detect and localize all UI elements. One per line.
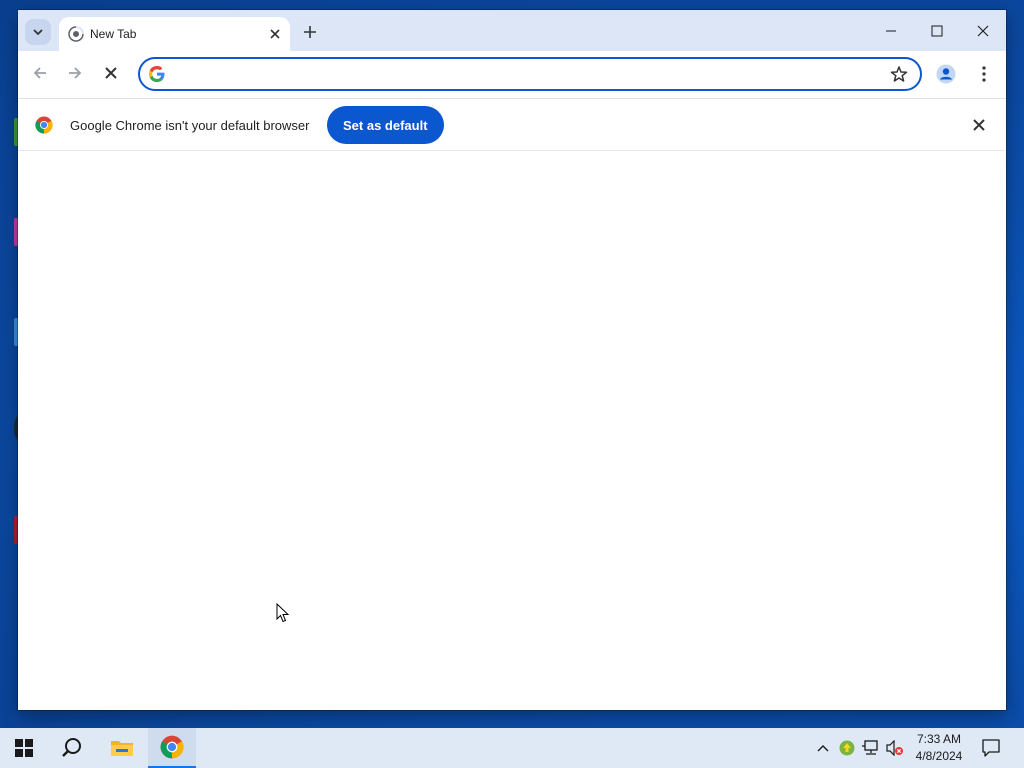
google-g-icon	[149, 66, 165, 82]
chrome-logo-icon	[35, 116, 53, 134]
infobar-message: Google Chrome isn't your default browser	[70, 118, 310, 133]
tab-search-icon	[33, 29, 43, 36]
update-shield-icon	[839, 740, 855, 756]
back-arrow-icon	[33, 67, 46, 79]
network-button[interactable]	[861, 738, 881, 758]
chrome-icon	[160, 735, 184, 759]
forward-button[interactable]	[60, 58, 90, 88]
address-bar[interactable]	[138, 57, 922, 91]
set-as-default-button[interactable]: Set as default	[327, 106, 444, 144]
close-icon	[973, 119, 985, 131]
stop-icon	[105, 67, 117, 79]
action-center-button[interactable]	[978, 736, 1004, 760]
close-icon	[270, 29, 280, 39]
close-window-button[interactable]	[960, 10, 1006, 51]
tab-title: New Tab	[90, 27, 137, 41]
close-icon	[977, 25, 989, 36]
address-input[interactable]	[174, 64, 874, 84]
volume-muted-icon	[886, 740, 903, 756]
plus-icon	[304, 26, 316, 38]
clock-time: 7:33 AM	[916, 732, 962, 746]
mouse-cursor-icon	[276, 603, 290, 623]
tab-search-button[interactable]	[25, 19, 51, 45]
search-icon	[62, 738, 81, 757]
update-tray-button[interactable]	[837, 738, 857, 758]
maximize-button[interactable]	[914, 10, 960, 51]
star-icon[interactable]	[890, 65, 908, 83]
default-browser-infobar: Google Chrome isn't your default browser…	[18, 98, 1006, 150]
chevron-up-icon	[817, 745, 829, 752]
minimize-button[interactable]	[868, 10, 914, 51]
show-hidden-icons-button[interactable]	[813, 738, 833, 758]
profile-icon	[936, 64, 956, 84]
system-clock[interactable]: 7:33 AM 4/8/2024	[904, 731, 974, 765]
infobar-close-button[interactable]	[970, 116, 988, 134]
search-button[interactable]	[48, 728, 96, 768]
minimize-icon	[886, 30, 896, 31]
page-content[interactable]	[18, 151, 1006, 710]
chrome-taskbar-button[interactable]	[148, 728, 196, 768]
chrome-menu-button[interactable]	[972, 62, 996, 86]
forward-arrow-icon	[69, 67, 82, 79]
chrome-favicon-icon	[68, 26, 84, 42]
back-button[interactable]	[25, 58, 55, 88]
maximize-icon	[931, 25, 943, 36]
file-explorer-button[interactable]	[98, 728, 146, 768]
tab-new-tab[interactable]: New Tab	[59, 17, 290, 51]
chrome-window: New Tab Google Chrome isn't your default…	[18, 10, 1006, 710]
windows-start-icon	[15, 739, 33, 757]
title-bar: New Tab	[18, 10, 1006, 51]
volume-button[interactable]	[885, 738, 905, 758]
taskbar: 7:33 AM 4/8/2024	[0, 728, 1024, 768]
file-explorer-icon	[111, 741, 133, 756]
new-tab-button[interactable]	[298, 20, 322, 44]
stop-button[interactable]	[96, 58, 126, 88]
tab-close-button[interactable]	[266, 25, 284, 43]
clock-date: 4/8/2024	[915, 749, 963, 763]
profile-button[interactable]	[934, 62, 958, 86]
toolbar	[18, 51, 1006, 97]
more-vert-icon	[982, 66, 986, 82]
notification-icon	[982, 739, 1000, 757]
network-icon	[862, 740, 878, 755]
start-button[interactable]	[0, 728, 48, 768]
